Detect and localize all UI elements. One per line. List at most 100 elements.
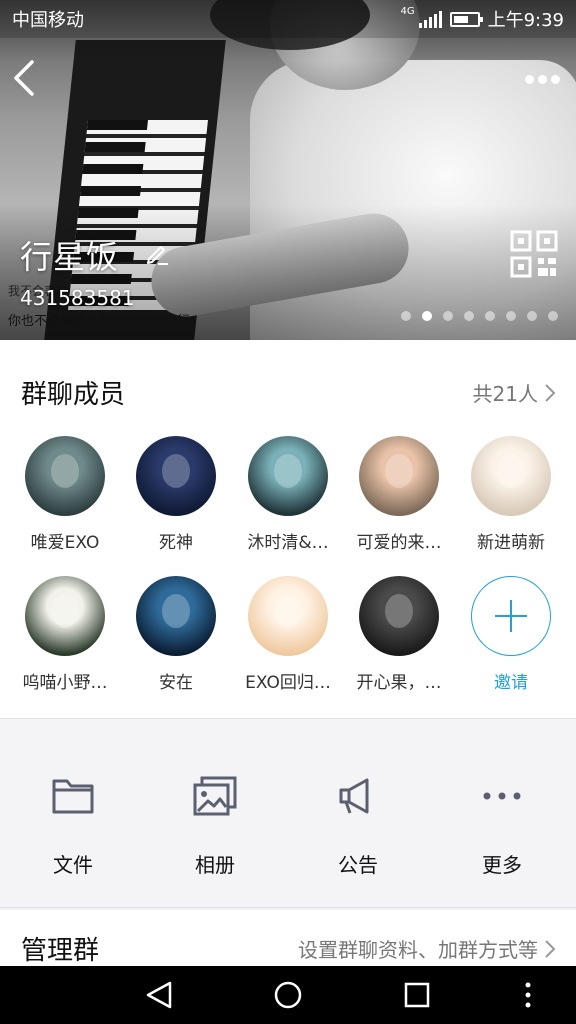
member-count: 共21人 — [472, 382, 538, 406]
square-recents-icon — [404, 982, 430, 1008]
invite-circle — [471, 576, 551, 656]
tool-label: 更多 — [482, 853, 522, 877]
member-name: 开心果，… — [356, 673, 442, 693]
carousel-dot — [422, 311, 432, 321]
member-item[interactable]: 呜喵小野… — [9, 576, 121, 693]
tool-album[interactable]: 相册 — [155, 775, 275, 878]
manage-group-row[interactable]: 管理群 设置群聊资料、加群方式等 — [0, 910, 576, 966]
carousel-dot — [401, 311, 411, 321]
avatar-face — [274, 454, 302, 488]
member-item[interactable]: 安在 — [120, 576, 232, 693]
status-bar: 中国移动 4G 上午9:39 — [0, 0, 576, 38]
avatar — [136, 436, 216, 516]
carrier-name: 中国移动 — [12, 10, 84, 31]
cover-photo-caption-2: 你也不会爱我，我们也注定平行。 — [8, 314, 204, 329]
chevron-left-icon — [14, 60, 34, 96]
network-type: 4G — [400, 6, 415, 17]
nav-menu-button[interactable] — [513, 980, 543, 1010]
qr-code-button[interactable] — [510, 230, 558, 278]
member-name: EXO回归… — [245, 673, 331, 693]
carousel-dot — [443, 311, 453, 321]
avatar — [359, 436, 439, 516]
tool-announcement[interactable]: 公告 — [298, 775, 418, 878]
more-dots-icon — [483, 792, 521, 800]
member-name: 死神 — [159, 533, 193, 553]
megaphone-icon — [339, 778, 369, 814]
dot-icon — [524, 74, 534, 84]
member-item[interactable]: 开心果，… — [343, 576, 455, 693]
signal-icon — [418, 10, 442, 28]
avatar-face — [385, 454, 413, 488]
more-options-button[interactable] — [522, 66, 562, 92]
avatar-face — [162, 454, 190, 488]
avatar-face — [51, 594, 79, 628]
battery-icon — [449, 11, 483, 27]
chevron-right-icon — [545, 383, 556, 402]
group-tools: 文件 相册 公告 更多 — [0, 718, 576, 908]
chevron-right-icon — [545, 939, 556, 958]
pencil-icon — [147, 246, 168, 265]
plus-icon — [495, 600, 527, 632]
invite-label: 邀请 — [494, 673, 528, 693]
carousel-dot — [506, 311, 516, 321]
back-button[interactable] — [10, 58, 40, 98]
member-name: 可爱的来… — [356, 533, 442, 553]
avatar — [25, 576, 105, 656]
triangle-back-icon — [146, 981, 172, 1009]
member-name: 新进萌新 — [477, 533, 545, 553]
clock: 上午9:39 — [487, 10, 564, 31]
member-count-link[interactable]: 共21人 — [473, 378, 556, 407]
circle-home-icon — [274, 981, 302, 1009]
dot-icon — [537, 74, 547, 84]
members-title: 群聊成员 — [21, 380, 126, 410]
group-id: 431583581 — [20, 286, 135, 310]
member-item[interactable]: 新进萌新 — [455, 436, 567, 553]
avatar-face — [385, 594, 413, 628]
member-name: 安在 — [159, 673, 193, 693]
manage-group-title: 管理群 — [21, 936, 100, 966]
album-icon — [193, 776, 237, 816]
member-name: 沐时清&… — [247, 533, 329, 553]
avatar — [248, 576, 328, 656]
system-nav-bar — [0, 966, 576, 1024]
avatar-face — [51, 454, 79, 488]
nav-recents-button[interactable] — [402, 980, 432, 1010]
member-item[interactable]: 可爱的来… — [343, 436, 455, 553]
nav-back-button[interactable] — [144, 980, 174, 1010]
dot-icon — [550, 74, 560, 84]
tool-more[interactable]: 更多 — [442, 775, 562, 878]
tool-label: 公告 — [338, 853, 378, 877]
member-item[interactable]: 沐时清&… — [232, 436, 344, 553]
group-name: 行星饭 — [20, 238, 120, 276]
member-item[interactable]: EXO回归… — [232, 576, 344, 693]
avatar-face — [162, 594, 190, 628]
carousel-dot — [464, 311, 474, 321]
qr-code-icon — [510, 230, 558, 278]
avatar — [359, 576, 439, 656]
tool-label: 相册 — [195, 853, 235, 877]
avatar — [471, 436, 551, 516]
carousel-dot — [485, 311, 495, 321]
nav-home-button[interactable] — [273, 980, 303, 1010]
avatar — [248, 436, 328, 516]
folder-icon — [52, 779, 94, 814]
carousel-dot — [527, 311, 537, 321]
vertical-dots-icon — [525, 982, 531, 1008]
member-name: 呜喵小野… — [22, 673, 108, 693]
carousel-indicator — [401, 311, 558, 321]
avatar — [136, 576, 216, 656]
member-name: 唯爱EXO — [30, 533, 100, 553]
avatar-face — [497, 454, 525, 488]
manage-group-detail: 设置群聊资料、加群方式等 — [298, 934, 556, 963]
member-item[interactable]: 死神 — [120, 436, 232, 553]
edit-name-button[interactable] — [144, 240, 170, 266]
avatar-face — [274, 594, 302, 628]
manage-group-description: 设置群聊资料、加群方式等 — [298, 938, 538, 962]
invite-button[interactable]: 邀请 — [455, 576, 567, 693]
member-item[interactable]: 唯爱EXO — [9, 436, 121, 553]
tool-files[interactable]: 文件 — [13, 775, 133, 878]
tool-label: 文件 — [53, 853, 93, 877]
carousel-dot — [548, 311, 558, 321]
avatar — [25, 436, 105, 516]
members-section: 群聊成员 共21人 唯爱EXO 死神 沐时清&… 可爱的来… 新进萌新 呜喵小野… — [0, 340, 576, 718]
